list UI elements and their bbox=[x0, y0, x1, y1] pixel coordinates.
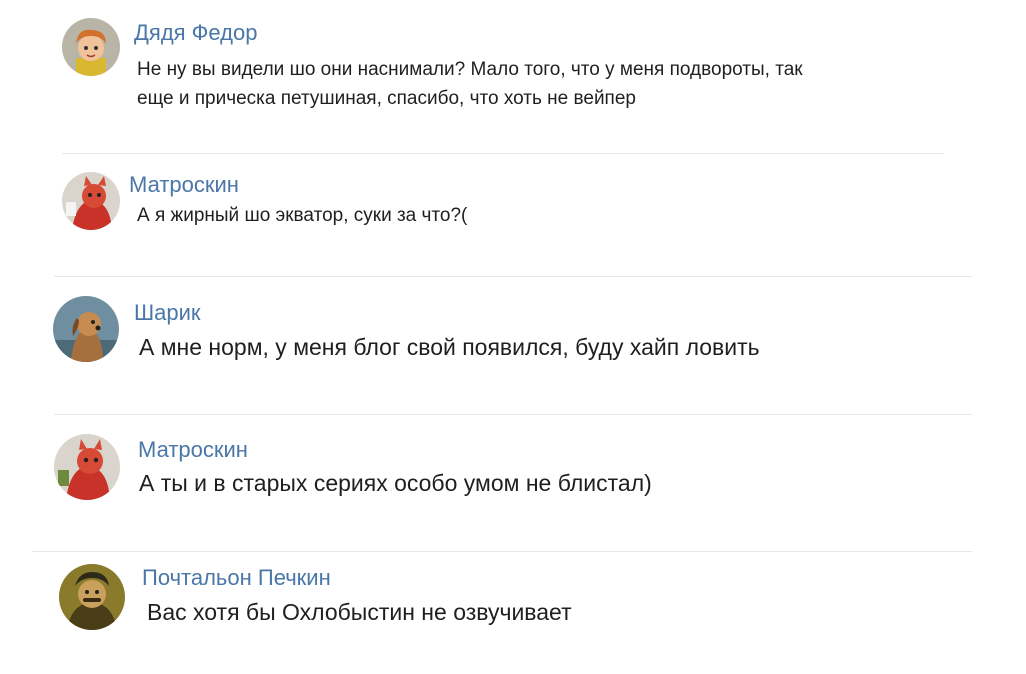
comment-text-line: Не ну вы видели шо они наснимали? Мало т… bbox=[137, 59, 803, 80]
cat-avatar-icon[interactable] bbox=[62, 172, 120, 230]
comment-text-line: еще и прическа петушиная, спасибо, что х… bbox=[137, 88, 636, 109]
boy-avatar-icon[interactable] bbox=[62, 18, 120, 76]
divider bbox=[62, 153, 944, 154]
comment-author-name[interactable]: Дядя Федор bbox=[134, 20, 257, 46]
divider bbox=[32, 551, 972, 552]
dog-avatar-icon[interactable] bbox=[53, 296, 119, 362]
comment-text-line: А ты и в старых сериях особо умом не бли… bbox=[139, 470, 652, 496]
divider bbox=[54, 414, 972, 415]
comment-text-line: А я жирный шо экватор, суки за что?( bbox=[137, 205, 468, 226]
comment-author-name[interactable]: Почтальон Печкин bbox=[142, 565, 331, 591]
comment-author-name[interactable]: Матроскин bbox=[129, 172, 239, 198]
cat-avatar-icon[interactable] bbox=[54, 434, 120, 500]
comment-text-line: А мне норм, у меня блог свой появился, б… bbox=[139, 334, 760, 360]
comment-text-line: Вас хотя бы Охлобыстин не озвучивает bbox=[147, 599, 572, 625]
postman-avatar-icon[interactable] bbox=[59, 564, 125, 630]
comment-author-name[interactable]: Матроскин bbox=[138, 437, 248, 463]
divider bbox=[54, 276, 972, 277]
comment-author-name[interactable]: Шарик bbox=[134, 300, 201, 326]
